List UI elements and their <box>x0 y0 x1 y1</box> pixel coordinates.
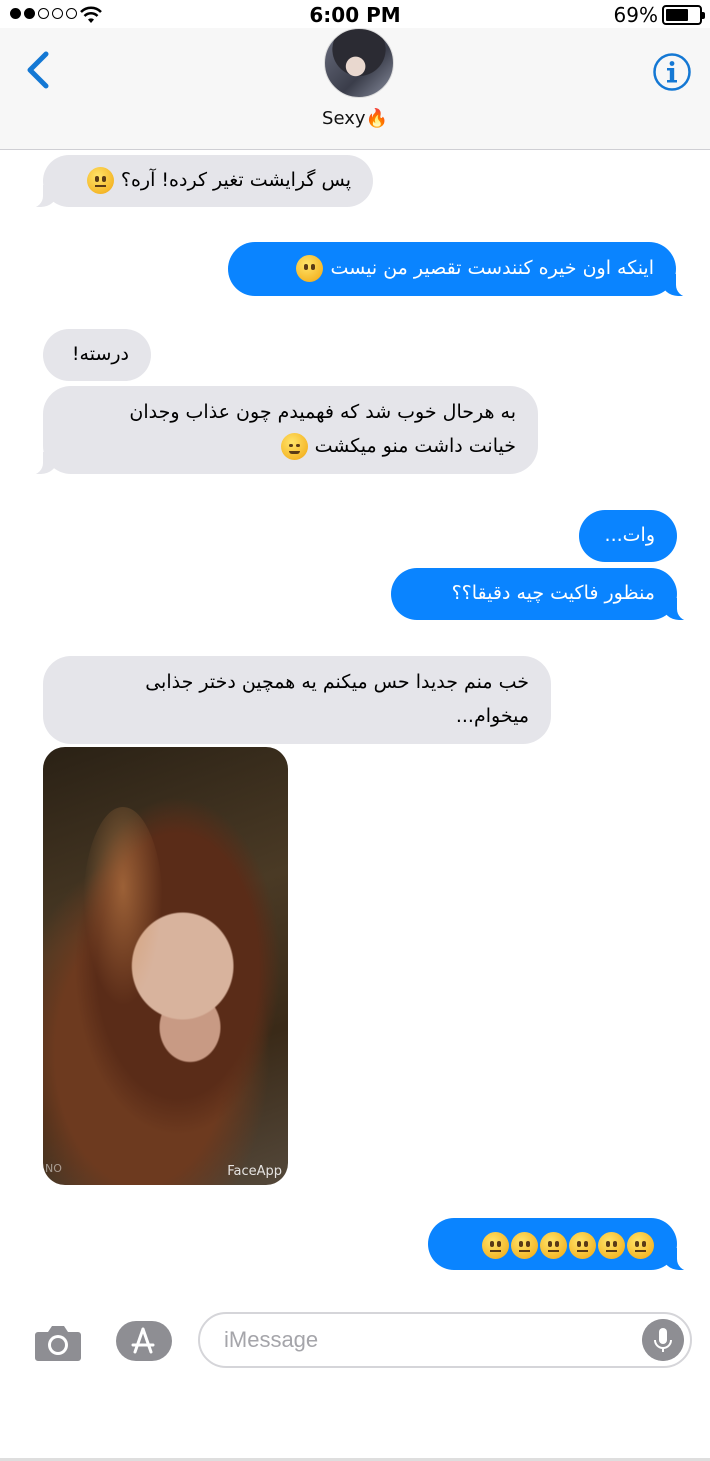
imessage-placeholder: iMessage <box>224 1327 319 1352</box>
message-text: منظور فاکیت چیه دقیقا؟؟ <box>451 582 655 604</box>
info-icon[interactable] <box>652 52 692 92</box>
message-text-line: خب منم جدیدا حس میکنم یه همچین دختر جذاب… <box>145 671 529 693</box>
battery-icon <box>662 5 705 25</box>
message-text-line: به هرحال خوب شد که فهمیدم چون عذاب وجدان <box>129 401 516 423</box>
battery-percent: 69% <box>613 3 658 27</box>
app-store-icon[interactable] <box>115 1320 173 1362</box>
message-text: اینکه اون خیره کنندست تقصیر من نیست <box>330 257 654 279</box>
neutral-face-emoji-icon <box>540 1232 567 1259</box>
conversation-header: Sexy🔥 <box>0 28 710 150</box>
message-text-line: میخوام... <box>455 705 529 727</box>
message-text: وات... <box>604 524 655 546</box>
message-text: درسته! <box>71 343 129 365</box>
neutral-face-emoji-icon <box>86 167 114 194</box>
message-outgoing[interactable] <box>428 1218 691 1271</box>
faceapp-watermark: FaceApp <box>227 1164 282 1179</box>
message-input-bar: iMessage <box>0 1300 710 1380</box>
message-text: پس گرایشت تغیر کرده! آره؟ <box>120 169 351 191</box>
contact-avatar[interactable] <box>324 28 394 98</box>
status-bar: 6:00 PM 69% <box>0 0 710 30</box>
message-outgoing[interactable]: اینکه اون خیره کنندست تقصیر من نیست <box>228 242 690 297</box>
microphone-icon[interactable] <box>642 1319 684 1361</box>
image-watermark-left: NO <box>45 1162 62 1175</box>
neutral-face-emoji-icon <box>511 1232 538 1259</box>
message-outgoing[interactable]: منظور فاکیت چیه دقیقا؟؟ <box>391 568 691 621</box>
neutral-face-emoji-icon <box>598 1232 625 1259</box>
imessage-text-field[interactable]: iMessage <box>198 1312 692 1368</box>
message-outgoing[interactable]: وات... <box>579 510 677 562</box>
contact-name[interactable]: Sexy🔥 <box>0 108 710 129</box>
back-chevron-icon[interactable] <box>20 46 56 94</box>
message-image[interactable]: NO FaceApp <box>43 747 288 1185</box>
relieved-face-emoji-icon <box>280 433 308 460</box>
neutral-face-emoji-icon <box>482 1232 509 1259</box>
camera-icon[interactable] <box>34 1320 82 1364</box>
message-incoming[interactable]: درسته! <box>43 329 151 381</box>
no-mouth-face-emoji-icon <box>296 255 324 282</box>
message-text-line: خیانت داشت منو میکشت <box>314 435 516 457</box>
message-incoming[interactable]: خب منم جدیدا حس میکنم یه همچین دختر جذاب… <box>43 656 551 744</box>
neutral-face-emoji-icon <box>627 1232 654 1259</box>
status-time: 6:00 PM <box>309 3 401 27</box>
message-incoming[interactable]: به هرحال خوب شد که فهمیدم چون عذاب وجدان… <box>29 386 538 475</box>
neutral-face-emoji-icon <box>569 1232 596 1259</box>
message-incoming[interactable]: پس گرایشت تغیر کرده! آره؟ <box>29 155 373 208</box>
